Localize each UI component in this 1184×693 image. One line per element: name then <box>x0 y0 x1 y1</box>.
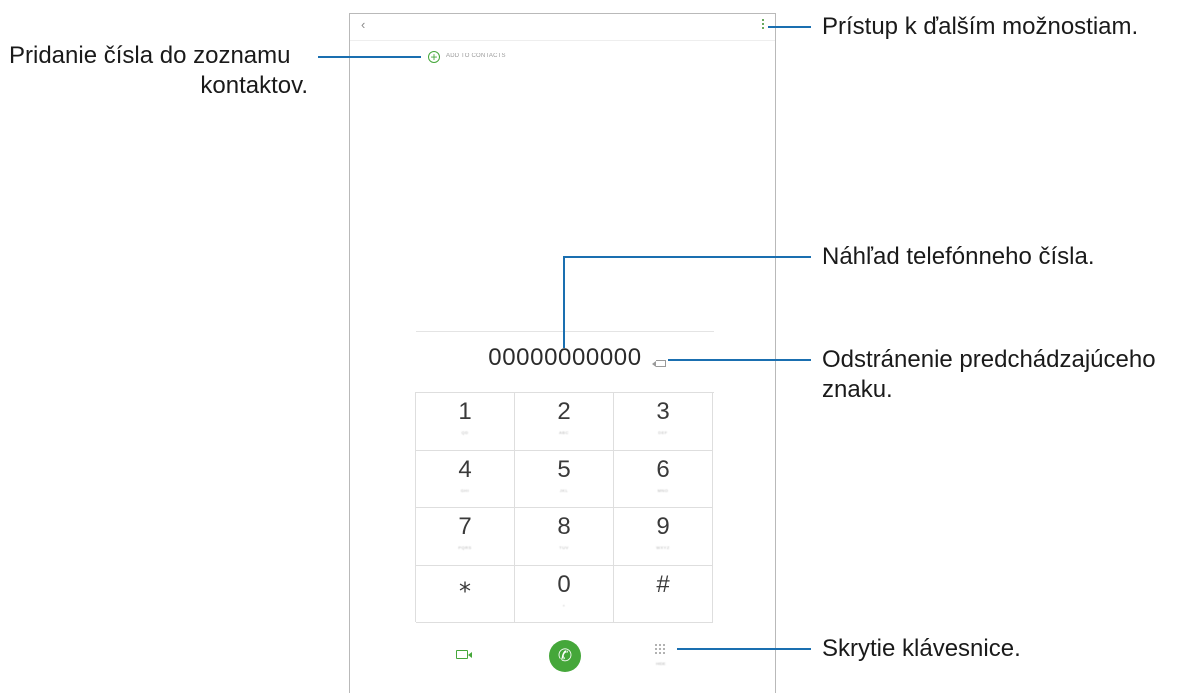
key-3[interactable]: 3 DEF <box>614 393 713 451</box>
dial-keypad: 1 QD 2 ABC 3 DEF 4 GHI 5 JKL 6 MNO 7 PQRS 8 TUV … <box>415 392 714 623</box>
key-2[interactable]: 2 ABC <box>515 393 614 451</box>
key-digit: 6 <box>656 455 670 483</box>
key-digit: 9 <box>656 513 670 540</box>
key-digit: 3 <box>656 398 670 425</box>
key-letters: WXYZ <box>656 545 670 550</box>
callout-line-more <box>768 26 811 28</box>
key-digit: # <box>656 570 670 598</box>
key-letters: MNO <box>657 487 669 493</box>
key-4[interactable]: 4 GHI <box>416 450 515 508</box>
top-bar: ‹ <box>350 14 775 41</box>
key-star[interactable]: ⁎ <box>416 565 515 623</box>
key-5[interactable]: 5 JKL <box>515 450 614 508</box>
key-digit: 8 <box>557 513 571 540</box>
key-letters: TUV <box>559 545 569 550</box>
callout-preview: Náhľad telefónneho čísla. <box>822 243 1095 270</box>
key-letters: GHI <box>460 487 470 493</box>
divider <box>416 331 714 332</box>
plus-icon: + <box>428 51 440 63</box>
key-digit: 4 <box>458 455 472 483</box>
callout-line-preview-h <box>563 256 811 258</box>
key-digit: 5 <box>557 455 571 483</box>
dialer-screen: ‹ + ADD TO CONTACTS 00000000000 1 QD 2 ABC… <box>349 13 776 693</box>
callout-line-delete <box>668 359 811 361</box>
callout-line-add <box>318 56 421 58</box>
key-letters: ABC <box>559 430 569 435</box>
key-digit: 1 <box>458 398 472 425</box>
callout-hide-keypad: Skrytie klávesnice. <box>822 635 1021 662</box>
key-digit: 7 <box>458 513 472 540</box>
key-1[interactable]: 1 QD <box>416 393 515 451</box>
callout-add-line2: kontaktov. <box>200 72 308 99</box>
add-to-contacts-label: ADD TO CONTACTS <box>446 53 506 59</box>
key-0[interactable]: 0 + <box>515 565 614 623</box>
callout-add-line1: Pridanie čísla do zoznamu <box>9 42 291 69</box>
hide-keypad-label: HIDE <box>656 661 666 666</box>
key-digit: ⁎ <box>459 570 471 598</box>
key-7[interactable]: 7 PQRS <box>416 508 515 566</box>
video-call-icon[interactable] <box>456 650 472 659</box>
backspace-icon[interactable] <box>652 360 666 367</box>
callout-line-hide <box>677 648 811 650</box>
callout-more-options: Prístup k ďalším možnostiam. <box>822 13 1139 40</box>
key-letters: QD <box>461 430 469 435</box>
key-letters: + <box>562 602 566 608</box>
callout-line-preview-v <box>563 256 565 348</box>
key-digit: 2 <box>557 398 571 425</box>
hide-keypad-icon[interactable] <box>655 644 667 656</box>
key-digit: 0 <box>557 570 571 598</box>
key-letters: DEF <box>658 430 668 435</box>
key-9[interactable]: 9 WXYZ <box>614 508 713 566</box>
key-letters: PQRS <box>458 545 472 550</box>
call-button[interactable]: ✆ <box>549 640 581 672</box>
phone-icon: ✆ <box>557 646 573 665</box>
key-letters: JKL <box>559 487 569 493</box>
more-options-icon[interactable] <box>762 19 765 29</box>
callout-delete-line2: znaku. <box>822 376 893 403</box>
back-icon[interactable]: ‹ <box>361 17 365 32</box>
key-hash[interactable]: # <box>614 565 713 623</box>
callout-delete-line1: Odstránenie predchádzajúceho <box>822 346 1156 373</box>
key-6[interactable]: 6 MNO <box>614 450 713 508</box>
key-8[interactable]: 8 TUV <box>515 508 614 566</box>
phone-number-preview: 00000000000 <box>488 344 642 371</box>
